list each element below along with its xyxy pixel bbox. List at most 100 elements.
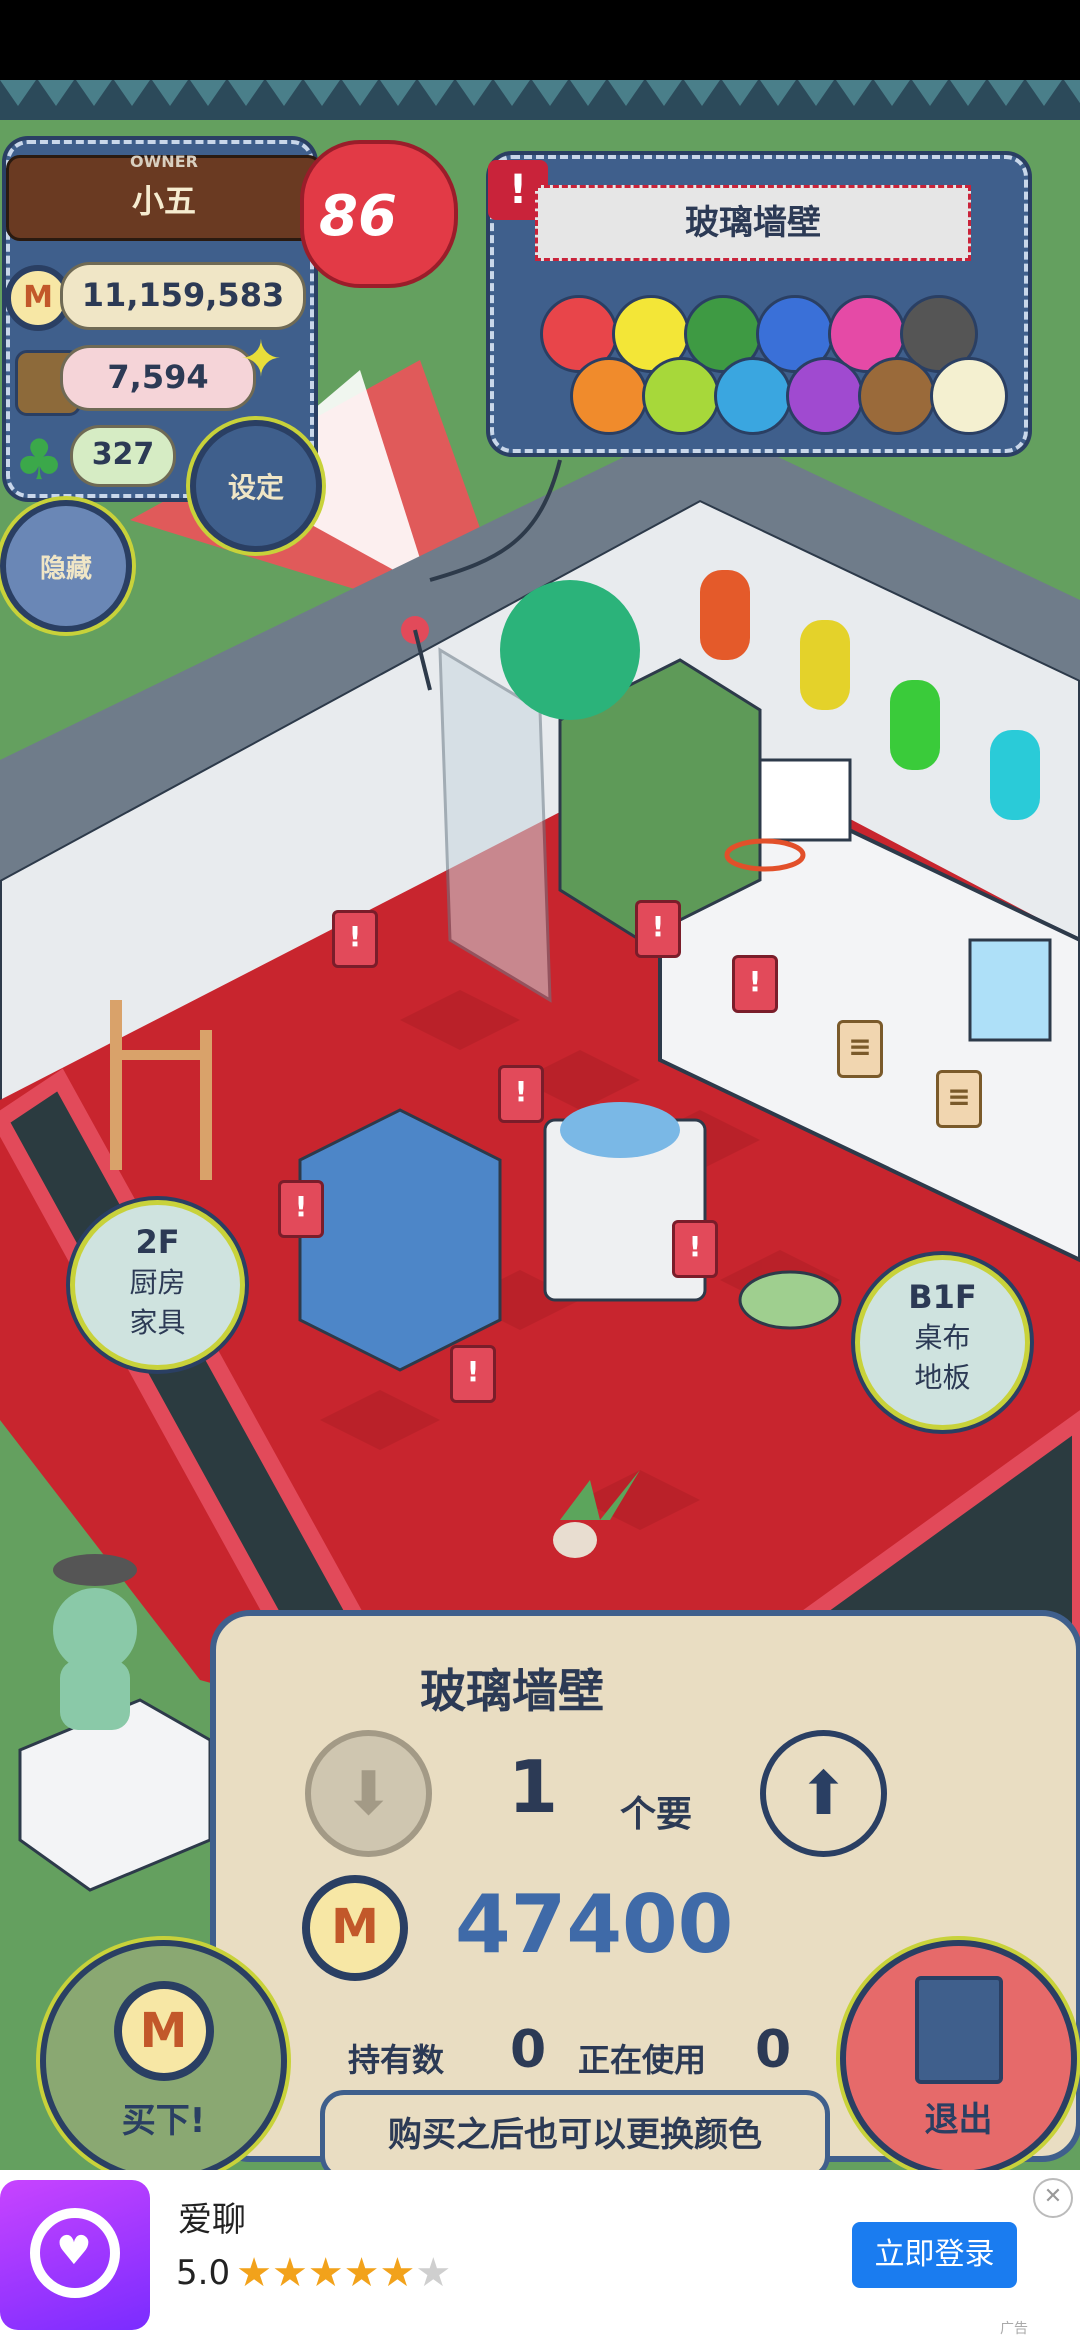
bunting-flag [912,80,948,106]
ad-rating-value: 5.0 [176,2253,231,2293]
bunting-flag [38,80,74,106]
star-icon: ★ [415,2250,452,2296]
bunting-flag [304,80,340,106]
floor-b1f-line1: 桌布 [914,1321,971,1354]
warning-sign[interactable]: ! [672,1220,718,1278]
bunting-flag [342,80,378,106]
bunting-flag [950,80,986,106]
bunting-flag [760,80,796,106]
color-change-note: 购买之后也可以更换颜色 [320,2090,830,2180]
floor-2f-bubble[interactable]: 2F 厨房 家具 [70,1200,245,1370]
color-swatch[interactable] [858,357,936,435]
price-coin-icon: M [302,1875,408,1981]
price-value: 47400 [455,1878,734,1971]
warning-sign[interactable]: ! [450,1345,496,1403]
bunting-flag [456,80,492,106]
clovers-display: 327 [70,425,176,487]
coins-display: 11,159,583 [60,262,306,330]
arrow-up-icon: ⬆ [798,1758,849,1829]
in-use-label: 正在使用 [578,2041,707,2079]
bunting-flag [570,80,606,106]
color-panel-title: 玻璃墙壁 [535,185,971,261]
star-icon: ★ [379,2250,416,2296]
notice-sign[interactable]: ≡ [936,1070,982,1128]
warning-sign[interactable]: ! [278,1180,324,1238]
bunting-flag [1026,80,1062,106]
bunting-flag [114,80,150,106]
ad-banner[interactable]: ♥ 爱聊 5.0 ★★★★★★ 立即登录 ✕ 广告 [0,2170,1080,2340]
buy-coin-icon: M [113,1980,214,2081]
warning-sign[interactable]: ! [732,955,778,1013]
bunting-flag [0,80,36,106]
app-chat-icon[interactable]: ♥ [0,2180,150,2330]
warning-sign[interactable]: ! [635,900,681,958]
floor-b1f-label: B1F [908,1278,977,1316]
bunting-flag [1064,80,1080,106]
color-swatch[interactable] [714,357,792,435]
bunting-flag [152,80,188,106]
exit-label: 退出 [924,2100,993,2140]
ad-tag: 广告 [1000,2321,1028,2337]
star-icon: ★ [236,2250,272,2296]
exit-button[interactable]: 退出 [840,1940,1077,2177]
ad-app-name: 爱聊 [178,2200,246,2240]
bunting-flag [988,80,1024,106]
bunting-flag [380,80,416,106]
color-swatch[interactable] [642,357,720,435]
arrow-down-icon: ⬇ [343,1758,394,1829]
floor-b1f-bubble[interactable]: B1F 桌布 地板 [855,1255,1030,1430]
bunting-flag [608,80,644,106]
level-value: 86 [319,184,397,249]
ad-rating: 5.0 ★★★★★★ [176,2250,451,2296]
in-use-value: 0 [755,2020,792,2080]
star-icon: ★ [271,2250,308,2296]
bunting-flag [874,80,910,106]
quantity-value: 1 [508,1745,559,1829]
sparkle-icon: ✦ [240,330,282,388]
close-icon[interactable]: ✕ [1033,2178,1073,2218]
bunting-flag [266,80,302,106]
floor-2f-label: 2F [135,1223,180,1261]
star-icon: ★ [307,2250,344,2296]
bunting-flag [228,80,264,106]
bunting-flag [722,80,758,106]
bunting-flag [646,80,682,106]
notice-sign[interactable]: ≡ [837,1020,883,1078]
owner-name: 小五 [131,182,196,220]
rating-stars: ★★★★★★ [236,2250,451,2296]
quantity-decrease-button[interactable]: ⬇ [305,1730,432,1857]
quantity-increase-button[interactable]: ⬆ [760,1730,887,1857]
warning-sign[interactable]: ! [498,1065,544,1123]
exit-door-icon [914,1976,1003,2084]
bunting-flag [532,80,568,106]
star-icon: ★ [343,2250,380,2296]
warning-sign[interactable]: ! [332,910,378,968]
bunting-flag [684,80,720,106]
bunting-flag [76,80,112,106]
bunting-flag [836,80,872,106]
buy-button[interactable]: M 买下! [40,1940,287,2182]
level-heart: 86 [300,140,458,288]
login-button[interactable]: 立即登录 [852,2222,1017,2288]
status-bar [0,0,1080,80]
hide-button[interactable]: 隐藏 [0,500,132,632]
heart-icon: ♥ [56,2228,92,2274]
settings-button[interactable]: 设定 [190,420,322,552]
hide-label: 隐藏 [39,553,92,584]
clover-icon: ♣ [14,428,65,493]
owner-label: OWNER [130,152,198,171]
bunting-flag [494,80,530,106]
color-swatch[interactable] [786,357,864,435]
bunting-flag [190,80,226,106]
bunting-decoration [0,80,1080,120]
purchase-title: 玻璃墙壁 [420,1664,604,1718]
points-display: 7,594 [60,345,256,411]
quantity-unit: 个要 [620,1794,693,1835]
buy-label: 买下! [121,2100,206,2141]
color-swatch[interactable] [930,357,1008,435]
settings-label: 设定 [227,471,284,504]
owner-nameplate: OWNER 小五 [6,152,322,241]
owned-value: 0 [510,2020,547,2080]
owned-label: 持有数 [348,2041,445,2079]
color-swatch[interactable] [570,357,648,435]
